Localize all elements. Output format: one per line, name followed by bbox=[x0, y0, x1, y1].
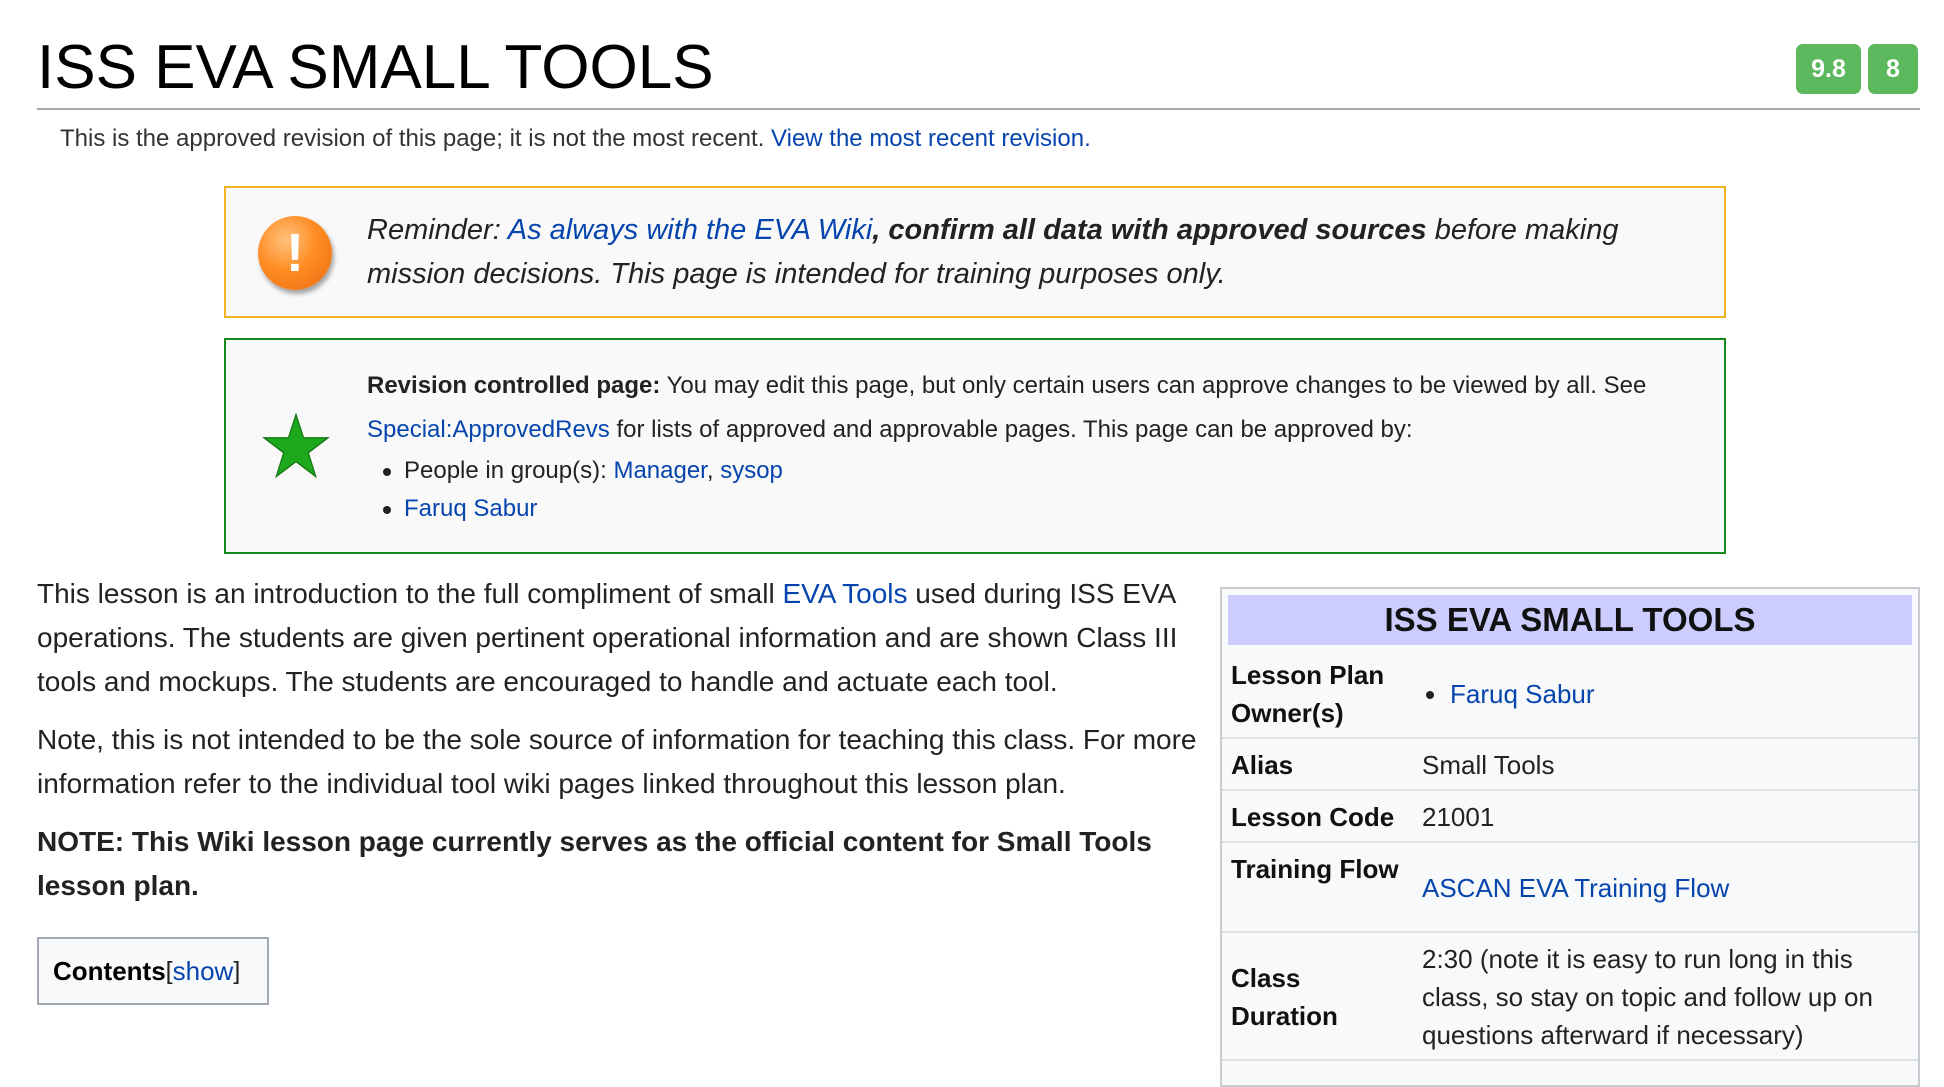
infobox-label: Class Duration bbox=[1231, 963, 1338, 1031]
count-badge[interactable]: 8 bbox=[1868, 44, 1918, 94]
approved-revs-link[interactable]: Special:ApprovedRevs bbox=[367, 416, 610, 443]
reminder-prefix: Reminder: bbox=[367, 214, 508, 246]
approved-notice-text: This is the approved revision of this pa… bbox=[60, 125, 765, 152]
owner-user-link[interactable]: Faruq Sabur bbox=[1450, 679, 1595, 709]
infobox-value: ASCAN EVA Training Flow bbox=[1422, 869, 1902, 907]
official-content-note: NOTE: This Wiki lesson page currently se… bbox=[37, 826, 1152, 901]
group-separator: , bbox=[706, 457, 721, 484]
infobox-row-lesson-code: Lesson Code 21001 bbox=[1222, 791, 1918, 843]
infobox-label: Alias bbox=[1231, 750, 1294, 780]
infobox-row-owner: Lesson Plan Owner(s) Faruq Sabur bbox=[1222, 649, 1918, 739]
reminder-bold: , confirm all data with approved sources bbox=[872, 214, 1427, 246]
score-badge[interactable]: 9.8 bbox=[1796, 44, 1861, 94]
infobox-title: ISS EVA SMALL TOOLS bbox=[1228, 595, 1912, 645]
list-item: People in group(s): Manager, sysop bbox=[367, 452, 1697, 490]
eva-wiki-link[interactable]: As always with the EVA Wiki bbox=[508, 214, 873, 246]
intro-paragraph: This lesson is an introduction to the fu… bbox=[37, 572, 1197, 704]
intro-text-a: This lesson is an introduction to the fu… bbox=[37, 578, 783, 609]
reminder-text: Reminder: As always with the EVA Wiki, c… bbox=[367, 208, 1702, 296]
infobox-label: Lesson Code bbox=[1231, 802, 1395, 832]
table-of-contents: Contents [show] bbox=[37, 937, 269, 1005]
toc-open-bracket: [ bbox=[165, 956, 173, 985]
toc-show-toggle[interactable]: show bbox=[173, 956, 234, 987]
approved-revision-notice: This is the approved revision of this pa… bbox=[60, 124, 1091, 154]
page-title: ISS EVA SMALL TOOLS bbox=[37, 33, 714, 102]
groups-prefix: People in group(s): bbox=[404, 457, 614, 484]
revision-text-2: for lists of approved and approvable pag… bbox=[609, 416, 1413, 443]
infobox-row-alias: Alias Small Tools bbox=[1222, 739, 1918, 791]
revision-text-1: You may edit this page, but only certain… bbox=[660, 372, 1647, 399]
view-recent-revision-link[interactable]: View the most recent revision. bbox=[771, 125, 1091, 152]
toc-title: Contents bbox=[53, 955, 166, 986]
sysop-group-link[interactable]: sysop bbox=[720, 457, 783, 484]
infobox-value: Small Tools bbox=[1422, 750, 1555, 780]
warning-exclamation-icon: ! bbox=[258, 216, 332, 290]
reminder-box: ! Reminder: As always with the EVA Wiki,… bbox=[224, 186, 1726, 318]
manager-group-link[interactable]: Manager bbox=[613, 457, 706, 484]
list-item: Faruq Sabur bbox=[367, 490, 1697, 528]
revision-text: Revision controlled page: You may edit t… bbox=[367, 364, 1697, 528]
infobox-value: Faruq Sabur bbox=[1422, 675, 1902, 713]
lesson-infobox: ISS EVA SMALL TOOLS Lesson Plan Owner(s)… bbox=[1220, 587, 1920, 1087]
approver-list: People in group(s): Manager, sysop Faruq… bbox=[367, 452, 1697, 528]
note-paragraph: Note, this is not intended to be the sol… bbox=[37, 724, 1197, 799]
infobox-label: Training Flow bbox=[1231, 854, 1399, 884]
revision-controlled-box: Revision controlled page: You may edit t… bbox=[224, 338, 1726, 554]
training-flow-link[interactable]: ASCAN EVA Training Flow bbox=[1422, 873, 1729, 903]
infobox-row-training-flow: Training Flow ASCAN EVA Training Flow bbox=[1222, 843, 1918, 933]
lesson-content: This lesson is an introduction to the fu… bbox=[37, 572, 1197, 922]
infobox-label: Lesson Plan Owner(s) bbox=[1231, 660, 1385, 728]
infobox-value: 2:30 (note it is easy to run long in thi… bbox=[1422, 944, 1873, 1050]
eva-tools-link[interactable]: EVA Tools bbox=[782, 578, 907, 609]
title-divider bbox=[37, 108, 1920, 110]
infobox-row-class-duration: Class Duration 2:30 (note it is easy to … bbox=[1222, 933, 1918, 1061]
infobox-value: 21001 bbox=[1422, 802, 1495, 832]
toc-close-bracket: ] bbox=[233, 956, 241, 985]
approver-user-link[interactable]: Faruq Sabur bbox=[404, 495, 537, 522]
green-star-icon bbox=[262, 412, 330, 479]
revision-bold: Revision controlled page: bbox=[367, 372, 661, 399]
